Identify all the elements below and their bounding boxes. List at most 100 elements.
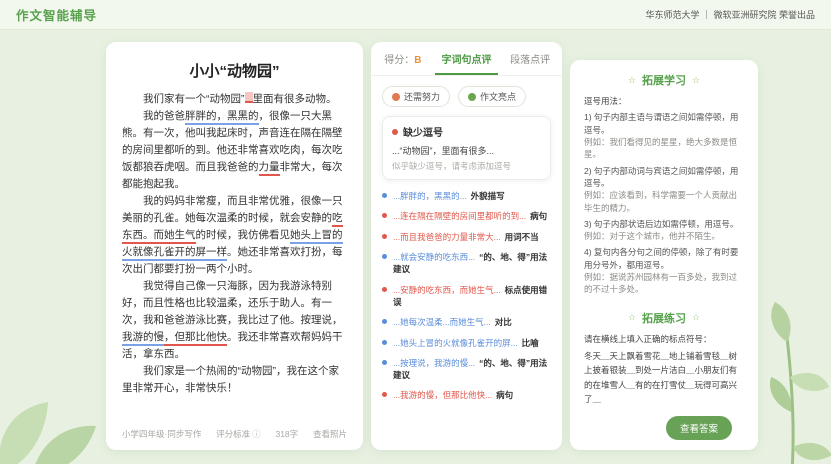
- bullet-dot: [382, 360, 387, 365]
- essay-text: 我们家有一个“动物园”: [143, 93, 245, 105]
- extension-panel: ☆ 拓展学习 ☆ 逗号用法： 1) 句子内部主语与谓语之间如需停顿，用逗号。例如…: [570, 60, 758, 450]
- comma-rule: 1) 句子内部主语与谓语之间如需停顿，用逗号。例如：我们看得见的星星，绝大多数是…: [584, 111, 744, 160]
- needs-work-icon: [392, 93, 400, 101]
- extended-practice-header: ☆ 拓展练习 ☆: [584, 310, 744, 326]
- bullet-dot: [382, 392, 387, 397]
- bullet-dot: [382, 340, 387, 345]
- comment-tag: 病句: [530, 211, 547, 221]
- highlights-icon: [468, 93, 476, 101]
- essay-text: ，但那比他快: [164, 331, 227, 346]
- comment-text: ...她头上冒的火就像孔雀开的屏...: [393, 338, 518, 348]
- comment-item[interactable]: ...就会安静的吃东西...“的、地、得”用法建议: [382, 251, 551, 276]
- essay-paragraph: 我们家有一个“动物园” 里面有很多动物。: [122, 91, 347, 108]
- essay-text: 我觉得自己像一只海豚，因为我游泳特别好，而且性格也比较温柔，还乐于助人。有一次，…: [122, 280, 343, 326]
- essay-title: 小小“动物园”: [122, 60, 347, 81]
- bullet-dot: [382, 193, 387, 198]
- comment-text: ...而且我爸爸的力量非常大...: [393, 232, 501, 242]
- comment-item[interactable]: ...她每次温柔...而她生气... 对比: [382, 316, 551, 328]
- essay-paragraph: 我的爸爸胖胖的，黑黑的，很像一只大黑熊。有一次，他叫我起床时，声音连在隔在隔壁的…: [122, 108, 347, 193]
- comment-item[interactable]: ...她头上冒的火就像孔雀开的屏... 比喻: [382, 337, 551, 349]
- comment-text: ...安静的吃东西，而她生气...: [393, 285, 501, 295]
- filter-needs-work[interactable]: 还需努力: [382, 86, 450, 107]
- selected-comment-card[interactable]: 缺少逗号 ...“动物园”，里面有很多... 似乎缺少逗号，请考虑添加逗号: [382, 116, 551, 180]
- essay-text: 力量: [259, 161, 280, 176]
- tab-sentence-comments[interactable]: 字词句点评: [435, 42, 499, 75]
- bullet-dot: [382, 287, 387, 292]
- essay-panel: 小小“动物园” 我们家有一个“动物园” 里面有很多动物。我的爸爸胖胖的，黑黑的，很…: [106, 42, 363, 450]
- extended-learning-header: ☆ 拓展学习 ☆: [584, 72, 744, 88]
- header-credits: 华东师范大学 ｜ 微软亚洲研究院 荣誉出品: [645, 8, 815, 21]
- missing-comma-mark: [245, 92, 253, 103]
- score-prefix: 得分：: [384, 55, 414, 66]
- word-count: 318字: [275, 428, 298, 440]
- comment-item[interactable]: ...而且我爸爸的力量非常大... 用词不当: [382, 231, 551, 243]
- filter-highlights[interactable]: 作文亮点: [458, 86, 526, 107]
- comment-item[interactable]: ...安静的吃东西，而她生气...标点使用错误: [382, 284, 551, 309]
- extended-practice-title: 拓展练习: [642, 310, 686, 326]
- comma-rule: 2) 句子内部动词与宾语之间如需停顿，用逗号。例如：应该看到，科学需要一个人贡献…: [584, 165, 744, 214]
- comment-card-title-row: 缺少逗号: [392, 124, 541, 139]
- star-icon: ☆: [628, 312, 636, 323]
- tab-paragraph-comments[interactable]: 段落点评: [498, 42, 562, 75]
- view-photo-link[interactable]: 查看照片: [313, 428, 347, 440]
- review-body: 还需努力 作文亮点 缺少逗号 ...“动物园”，里面有很多... 似乎缺少逗号，…: [371, 76, 562, 412]
- essay-paragraph: 我觉得自己像一只海豚，因为我游泳特别好，而且性格也比较温柔，还乐于助人。有一次，…: [122, 278, 347, 363]
- essay-paragraph: 我们家是一个热闹的“动物园”，我在这个家里非常开心，非常快乐！: [122, 363, 347, 397]
- essay-text: 我的妈妈非常瘦，而且非常优雅，很像一只美丽的孔雀。她每次温柔的时候，就会安静的: [122, 195, 343, 224]
- star-icon: ☆: [692, 312, 700, 323]
- essay-text: 我的爸爸: [143, 110, 185, 122]
- comment-list: ...胖胖的，黑黑的...外貌描写 ...连在隔在隔壁的房间里都听的到... 病句.…: [382, 190, 551, 402]
- essay-text: 胖胖的，黑黑的: [185, 110, 259, 125]
- essay-paragraph: 我的妈妈非常瘦，而且非常优雅，很像一只美丽的孔雀。她每次温柔的时候，就会安静的吃…: [122, 193, 347, 278]
- app-logo: 作文智能辅导: [16, 5, 97, 24]
- scoring-criteria-link[interactable]: 评分标准ⓘ: [216, 428, 261, 440]
- essay-text: 里面有很多动物。: [253, 93, 337, 105]
- comment-card-hint: 似乎缺少逗号，请考虑添加逗号: [392, 160, 541, 172]
- comment-card-quote: ...“动物园”，里面有很多...: [392, 144, 541, 157]
- comment-item[interactable]: ...我游的慢，但那比他快...病句: [382, 389, 551, 401]
- grade-label: 小学四年级·同步写作: [122, 428, 201, 440]
- comment-text: ...我游的慢，但那比他快...: [393, 390, 492, 400]
- view-answer-button[interactable]: 查看答案: [666, 416, 732, 440]
- comma-rules: 1) 句子内部主语与谓语之间如需停顿，用逗号。例如：我们看得见的星星，绝大多数是…: [584, 111, 744, 299]
- comma-rule: 3) 句子内部状语后边如需停顿，用逗号。例如：对于这个城市，他并不陌生。: [584, 218, 744, 243]
- filter-highlights-label: 作文亮点: [480, 90, 516, 103]
- comment-text: ...就会安静的吃东西...: [393, 252, 475, 262]
- comma-rule: 4) 复句内各分句之间的停顿，除了有时要用分号外，都用逗号。例如：据说苏州园林有…: [584, 246, 744, 295]
- star-icon: ☆: [692, 75, 700, 86]
- decor-leaves-left: [0, 364, 112, 464]
- app-root: 作文智能辅导 华东师范大学 ｜ 微软亚洲研究院 荣誉出品 小小“动物园” 我们家…: [0, 0, 831, 464]
- bullet-dot: [382, 234, 387, 239]
- comment-tag: 对比: [495, 317, 512, 327]
- comment-text: ...她每次温柔...而她生气...: [393, 317, 491, 327]
- essay-text: 我们家是一个热闹的“动物园”，我在这个家里非常开心，非常快乐！: [122, 365, 339, 394]
- practice-intro: 请在横线上填入正确的标点符号：: [584, 333, 744, 345]
- comment-bullet-icon: [392, 129, 398, 135]
- bullet-dot: [382, 254, 387, 259]
- comment-item[interactable]: ...按理说，我游的慢...“的、地、得”用法建议: [382, 357, 551, 382]
- essay-paragraphs: 我们家有一个“动物园” 里面有很多动物。我的爸爸胖胖的，黑黑的，很像一只大黑熊。有…: [122, 91, 347, 397]
- star-icon: ☆: [628, 75, 636, 86]
- comma-usage-intro: 逗号用法：: [584, 95, 744, 107]
- filter-needs-work-label: 还需努力: [404, 90, 440, 103]
- comment-item[interactable]: ...胖胖的，黑黑的...外貌描写: [382, 190, 551, 202]
- essay-footer: 小学四年级·同步写作 评分标准ⓘ 318字 查看照片: [122, 420, 347, 440]
- practice-text: 冬天＿天上飘着雪花＿地上铺着雪毯＿树上披着银装＿到处一片洁白＿小朋友们有的在堆雪…: [584, 349, 744, 407]
- review-panel: 得分：B 字词句点评 段落点评 还需努力 作文亮点 缺少逗号 ...“动物园”，…: [371, 42, 562, 450]
- top-bar: 作文智能辅导 华东师范大学 ｜ 微软亚洲研究院 荣誉出品: [0, 0, 831, 30]
- essay-text: 的时候，我仿佛看见: [196, 229, 291, 241]
- comment-text: ...连在隔在隔壁的房间里都听的到...: [393, 211, 526, 221]
- comment-tag: 用词不当: [505, 232, 539, 242]
- review-tabs: 得分：B 字词句点评 段落点评: [371, 42, 562, 76]
- comment-item[interactable]: ...连在隔在隔壁的房间里都听的到... 病句: [382, 210, 551, 222]
- score-badge: B: [414, 55, 421, 66]
- extended-learning-title: 拓展学习: [642, 72, 686, 88]
- scoring-criteria-label: 评分标准: [216, 429, 250, 439]
- comment-tag: 比喻: [522, 338, 539, 348]
- comment-filters: 还需努力 作文亮点: [382, 86, 551, 107]
- tab-score[interactable]: 得分：B: [371, 42, 435, 75]
- comment-text: ...胖胖的，黑黑的...: [393, 191, 467, 201]
- comment-card-title: 缺少逗号: [403, 124, 443, 139]
- bullet-dot: [382, 213, 387, 218]
- info-icon: ⓘ: [252, 429, 261, 439]
